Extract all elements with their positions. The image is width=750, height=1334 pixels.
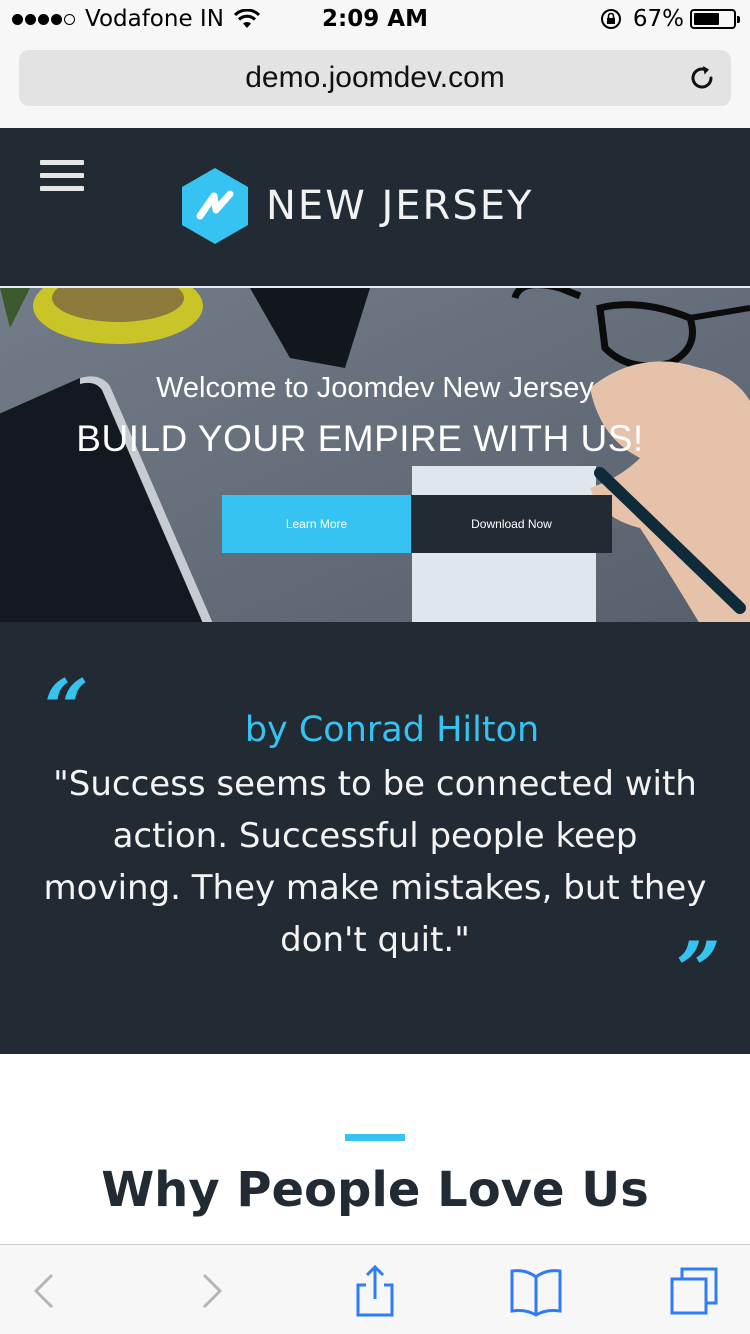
section-title: Why People Love Us — [101, 1162, 649, 1218]
share-icon — [356, 1264, 394, 1317]
bookmarks-icon — [510, 1269, 562, 1317]
quote-author: by Conrad Hilton — [244, 710, 540, 750]
browser-toolbar — [0, 1244, 750, 1334]
share-button[interactable] — [346, 1263, 402, 1319]
site-logo[interactable]: NEW JERSEY — [180, 166, 533, 246]
browser-chrome: demo.joomdev.com — [0, 40, 750, 128]
testimonial-quote: “ by Conrad Hilton "Success seems to be … — [0, 622, 750, 1054]
rotation-lock-icon — [600, 9, 621, 29]
logo-text: NEW JERSEY — [266, 183, 534, 229]
quote-text: "Success seems to be connected with acti… — [43, 764, 707, 960]
battery-percentage: 67% — [632, 6, 684, 32]
why-section: Why People Love Us — [0, 1054, 750, 1244]
menu-icon[interactable] — [40, 160, 84, 194]
menu-line — [40, 173, 84, 178]
back-icon — [33, 1273, 54, 1309]
tabs-button[interactable] — [666, 1263, 722, 1319]
site-header: NEW JERSEY — [0, 128, 750, 286]
hero-banner: Welcome to Joomdev New Jersey BUILD YOUR… — [0, 286, 750, 622]
back-button[interactable] — [16, 1263, 72, 1319]
url-text: demo.joomdev.com — [245, 61, 505, 94]
status-right: 67% — [599, 6, 740, 32]
hero-title: BUILD YOUR EMPIRE WITH US! — [76, 418, 644, 459]
bookmarks-button[interactable] — [508, 1263, 564, 1319]
battery-fill — [694, 13, 720, 25]
reload-icon[interactable] — [687, 63, 717, 93]
status-bar: Vodafone IN 2:09 AM 67% — [0, 0, 750, 40]
tabs-icon — [670, 1267, 718, 1315]
forward-button[interactable] — [184, 1263, 240, 1319]
download-now-button[interactable]: Download Now — [411, 495, 612, 553]
hero-subtitle: Welcome to Joomdev New Jersey — [156, 372, 594, 404]
address-bar[interactable]: demo.joomdev.com — [19, 50, 731, 106]
forward-icon — [202, 1273, 223, 1309]
logo-hexagon-icon — [182, 168, 248, 244]
close-quote-icon: ” — [676, 925, 721, 1016]
battery-icon — [690, 9, 740, 29]
learn-more-button[interactable]: Learn More — [222, 495, 411, 553]
section-accent-bar — [345, 1134, 405, 1141]
menu-line — [40, 160, 84, 165]
menu-line — [40, 186, 84, 191]
